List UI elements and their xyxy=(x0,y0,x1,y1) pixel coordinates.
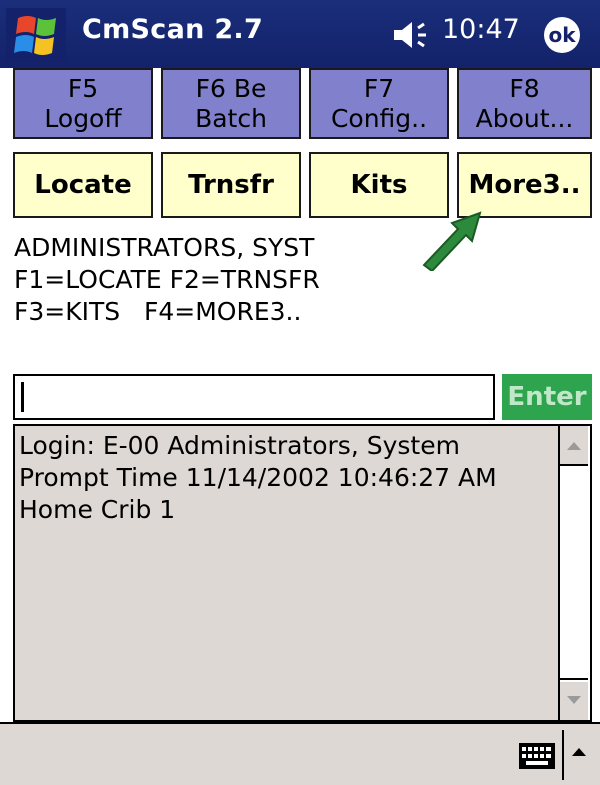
bottom-bar xyxy=(0,722,600,785)
log-line: Login: E-00 Administrators, System xyxy=(19,431,460,460)
windows-flag-icon[interactable] xyxy=(6,8,66,62)
info-line-keys-2: F3=KITS F4=MORE3.. xyxy=(14,297,302,326)
fkey-line1: F8 xyxy=(509,74,540,103)
action-button-row: Locate Trnsfr Kits More3.. xyxy=(13,152,592,220)
info-line-keys-1: F1=LOCATE F2=TRNSFR xyxy=(14,265,320,294)
f6-batch-button[interactable]: F6 Be Batch xyxy=(161,68,301,139)
fkey-line2: Batch xyxy=(195,104,267,133)
scroll-thumb[interactable] xyxy=(560,464,588,680)
app-title: CmScan 2.7 xyxy=(82,14,264,45)
sip-separator xyxy=(562,730,564,780)
ok-button[interactable]: ok xyxy=(544,17,580,53)
scan-input[interactable] xyxy=(13,374,495,420)
fkey-line1: F7 xyxy=(363,74,395,103)
scroll-up-icon xyxy=(567,442,581,450)
keyboard-icon[interactable] xyxy=(518,742,556,770)
speaker-icon[interactable] xyxy=(392,20,434,50)
log-panel[interactable]: Login: E-00 Administrators, System Promp… xyxy=(13,424,592,722)
transfer-button[interactable]: Trnsfr xyxy=(161,152,301,218)
info-text: ADMINISTRATORS, SYST F1=LOCATE F2=TRNSFR… xyxy=(14,232,320,328)
function-key-row: F5 Logoff F6 Be Batch F7 Config.. F8 Abo… xyxy=(13,68,592,141)
fkey-line1: F6 Be xyxy=(195,74,267,103)
f8-about-button[interactable]: F8 About... xyxy=(457,68,592,139)
scroll-down-icon xyxy=(567,696,581,704)
log-text: Login: E-00 Administrators, System Promp… xyxy=(19,430,497,526)
fkey-line2: Config.. xyxy=(330,104,428,133)
chevron-up-icon[interactable] xyxy=(567,740,591,764)
log-line: Prompt Time 11/14/2002 10:46:27 AM xyxy=(19,463,497,492)
f7-config-button[interactable]: F7 Config.. xyxy=(309,68,449,139)
text-caret xyxy=(21,382,24,412)
fkey-line1: F5 xyxy=(67,74,99,103)
scroll-down-button[interactable] xyxy=(560,682,588,720)
log-line: Home Crib 1 xyxy=(19,495,176,524)
log-scrollbar[interactable] xyxy=(558,426,590,720)
title-bar: CmScan 2.7 10:47 ok xyxy=(0,0,600,68)
scroll-up-button[interactable] xyxy=(560,426,588,464)
info-line-user: ADMINISTRATORS, SYST xyxy=(14,233,315,262)
f5-logoff-button[interactable]: F5 Logoff xyxy=(13,68,153,139)
enter-button[interactable]: Enter xyxy=(502,374,592,420)
clock[interactable]: 10:47 xyxy=(442,14,520,45)
fkey-line2: About... xyxy=(475,104,574,133)
locate-button[interactable]: Locate xyxy=(13,152,153,218)
fkey-line2: Logoff xyxy=(44,104,122,133)
pointer-arrow-icon xyxy=(422,211,482,271)
